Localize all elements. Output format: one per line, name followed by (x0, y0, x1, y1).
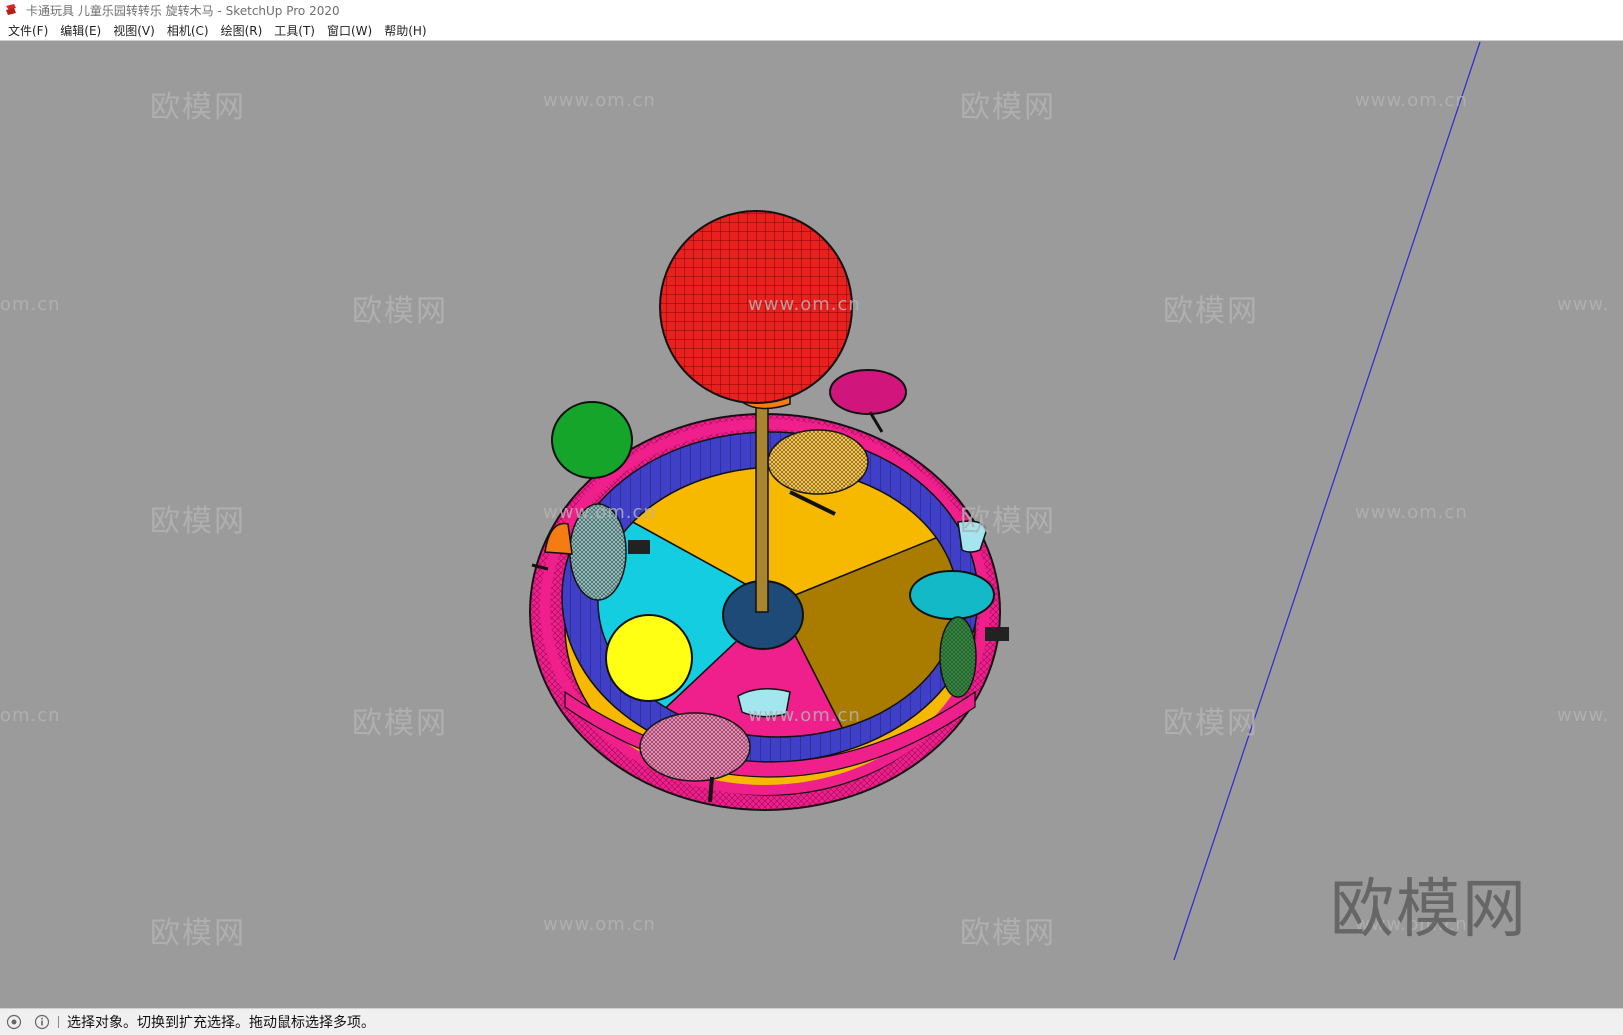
title-bar: 卡通玩具 儿童乐园转转乐 旋转木马 - SketchUp Pro 2020 (0, 0, 1623, 20)
menu-help[interactable]: 帮助(H) (378, 22, 432, 39)
watermark-url-partial: www. (1557, 705, 1610, 726)
watermark-text: 欧模网 (352, 706, 448, 741)
question-icon[interactable] (6, 1014, 22, 1030)
menu-file[interactable]: 文件(F) (2, 22, 54, 39)
watermark-text: 欧模网 (352, 294, 448, 329)
watermark-url-partial: www. (1557, 294, 1610, 315)
status-message: 选择对象。切换到扩充选择。拖动鼠标选择多项。 (67, 1015, 375, 1031)
blue-axis-line (1173, 42, 1481, 961)
watermark-url-partial: om.cn (0, 294, 61, 315)
status-bar: 选择对象。切换到扩充选择。拖动鼠标选择多项。 (0, 1008, 1623, 1035)
watermark-text: 欧模网 (150, 90, 246, 125)
menu-tools[interactable]: 工具(T) (268, 22, 321, 39)
watermark-logo: 欧模网 (1330, 873, 1528, 947)
menu-draw[interactable]: 绘图(R) (215, 22, 269, 39)
watermark-text: 欧模网 (960, 504, 1056, 539)
sketchup-logo-icon (6, 4, 16, 15)
watermark-url: www.om.cn (543, 90, 656, 111)
menu-window[interactable]: 窗口(W) (321, 22, 378, 39)
menu-bar: 文件(F) 编辑(E) 视图(V) 相机(C) 绘图(R) 工具(T) 窗口(W… (0, 20, 1623, 41)
menu-edit[interactable]: 编辑(E) (54, 22, 107, 39)
watermark-url: www.om.cn (748, 705, 861, 726)
watermark-url: www.om.cn (1355, 502, 1468, 523)
watermark-text: 欧模网 (1163, 294, 1259, 329)
watermark-text: 欧模网 (960, 916, 1056, 951)
watermark-url: www.om.cn (543, 502, 656, 523)
info-icon[interactable] (34, 1014, 50, 1030)
watermark-text: 欧模网 (150, 504, 246, 539)
watermark-url: www.om.cn (1355, 90, 1468, 111)
watermark-url: www.om.cn (543, 914, 656, 935)
modeling-viewport[interactable]: 欧模网 www.om.cn 欧模网 www.om.cn om.cn 欧模网 ww… (0, 42, 1623, 1008)
watermark-url: www.om.cn (748, 294, 861, 315)
watermark-text: 欧模网 (1163, 706, 1259, 741)
watermark-url-partial: om.cn (0, 705, 61, 726)
menu-view[interactable]: 视图(V) (107, 22, 161, 39)
watermark-text: 欧模网 (960, 90, 1056, 125)
watermark-text: 欧模网 (150, 916, 246, 951)
menu-camera[interactable]: 相机(C) (161, 22, 215, 39)
window-title: 卡通玩具 儿童乐园转转乐 旋转木马 - SketchUp Pro 2020 (26, 3, 340, 18)
status-separator (58, 1016, 59, 1028)
